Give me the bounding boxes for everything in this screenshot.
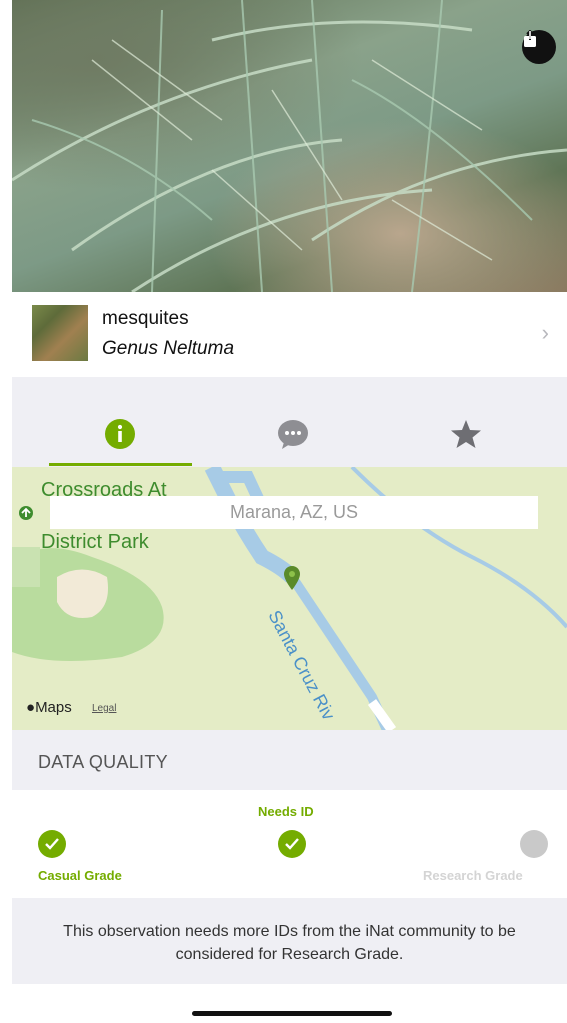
taxon-row[interactable]: mesquites Genus Neltuma › [12, 292, 567, 377]
apple-maps-logo: ●Maps [26, 699, 72, 716]
data-quality-message: This observation needs more IDs from the… [63, 923, 516, 963]
park-poi-icon [19, 506, 33, 520]
observation-tabs [12, 377, 567, 467]
grade-needs-id-dot [278, 830, 306, 858]
home-indicator[interactable] [192, 1011, 392, 1016]
apple-logo-icon: ● [26, 699, 36, 716]
taxon-thumbnail [32, 305, 88, 361]
bottom-safe-area [12, 984, 567, 1023]
tab-activity[interactable] [273, 417, 313, 451]
grade-research-label: Research Grade [423, 868, 523, 883]
observation-pin-icon[interactable] [283, 565, 301, 591]
grade-research-dot [520, 830, 548, 858]
comments-icon [278, 420, 308, 449]
selected-tab-indicator [49, 463, 192, 466]
tab-info[interactable] [100, 417, 140, 451]
data-quality-footer: This observation needs more IDs from the… [12, 898, 567, 984]
check-icon [45, 838, 59, 850]
taxon-scientific-name: Genus Neltuma [102, 338, 235, 359]
chevron-right-icon: › [541, 320, 549, 345]
data-quality-header: DATA QUALITY [12, 730, 567, 790]
observation-map[interactable]: Crossroads At District Park Marana, AZ, … [12, 467, 567, 730]
grade-casual-label: Casual Grade [38, 868, 122, 883]
grade-needs-id-label: Needs ID [258, 804, 314, 819]
fern-leaves-image [12, 0, 567, 292]
observation-photo[interactable] [12, 0, 567, 292]
share-button[interactable] [522, 30, 556, 64]
taxon-common-name: mesquites [102, 308, 189, 329]
map-place-label: Marana, AZ, US [50, 496, 538, 529]
maps-legal-link[interactable]: Legal [92, 703, 116, 714]
star-icon [451, 420, 481, 448]
grade-casual-dot [38, 830, 66, 858]
info-icon [105, 419, 135, 449]
tab-favorites[interactable] [446, 417, 486, 451]
share-icon [524, 30, 536, 47]
data-quality-title: DATA QUALITY [38, 752, 168, 772]
check-icon [285, 838, 299, 850]
data-quality-grades: Casual Grade Needs ID Research Grade [12, 790, 567, 898]
